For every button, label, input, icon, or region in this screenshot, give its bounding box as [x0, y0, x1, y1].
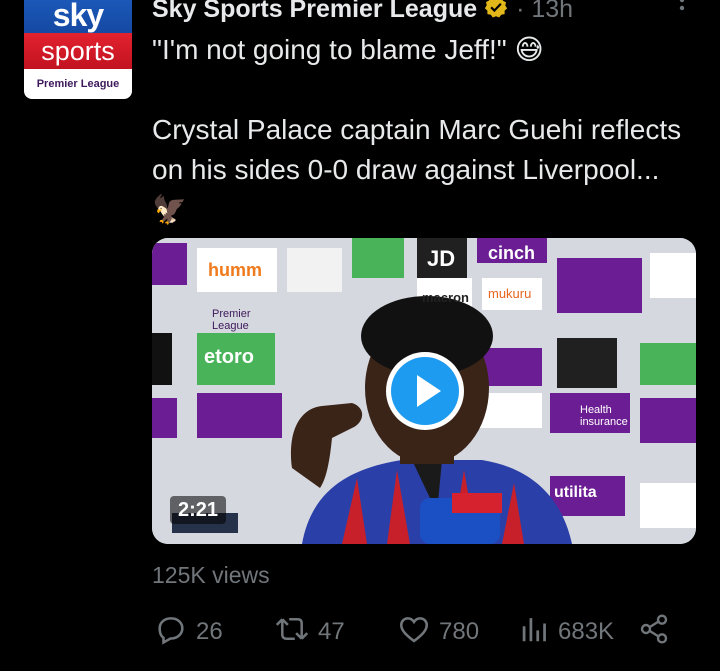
sponsor-mukuru: mukuru — [488, 286, 532, 301]
repost-icon — [274, 612, 318, 653]
reply-count: 26 — [196, 618, 223, 645]
avatar-line-sky: sky — [24, 0, 132, 33]
sponsor-humm: humm — [208, 260, 262, 280]
share-icon — [638, 612, 678, 653]
sponsor-etoro: etoro — [204, 346, 254, 368]
like-icon — [397, 612, 439, 653]
reply-button[interactable]: 26 — [154, 612, 223, 652]
tweet-text: "I'm not going to blame Jeff!" 😅 Crystal… — [152, 34, 682, 225]
views-count: 683K — [558, 618, 615, 645]
like-count: 780 — [439, 618, 480, 645]
sponsor-health-insurance: Health insurance — [580, 404, 628, 428]
sponsor-premier-league: Premier League — [212, 308, 251, 332]
like-button[interactable]: 780 — [397, 612, 479, 652]
avatar-line-league: Premier League — [36, 78, 120, 90]
repost-count: 47 — [318, 618, 345, 645]
sponsor-cinch: cinch — [488, 243, 536, 263]
share-button[interactable] — [638, 612, 678, 652]
sponsor-jd: JD — [427, 246, 456, 271]
play-button[interactable] — [386, 352, 464, 430]
views-icon — [520, 612, 558, 653]
play-icon — [391, 357, 459, 425]
avatar-line-sports: sports — [24, 33, 132, 69]
repost-button[interactable]: 47 — [274, 612, 345, 652]
reply-icon — [154, 612, 196, 653]
header-separator: · — [516, 0, 525, 23]
display-name[interactable]: Sky Sports Premier League — [152, 0, 477, 23]
verified-badge-icon — [483, 0, 509, 26]
timestamp[interactable]: 13h — [531, 0, 573, 23]
action-bar: 26 47 780 683K — [152, 612, 692, 652]
views-button[interactable]: 683K — [520, 612, 614, 652]
tweet-header: Sky Sports Premier League · 13h — [152, 0, 692, 23]
sponsor-utilita: utilita — [554, 484, 597, 501]
avatar[interactable]: sky sports Premier League — [24, 0, 132, 99]
view-count-label: 125K views — [152, 562, 270, 588]
video-duration: 2:21 — [170, 496, 226, 524]
more-icon[interactable] — [672, 0, 692, 20]
sponsor-macron: macron — [422, 290, 469, 305]
